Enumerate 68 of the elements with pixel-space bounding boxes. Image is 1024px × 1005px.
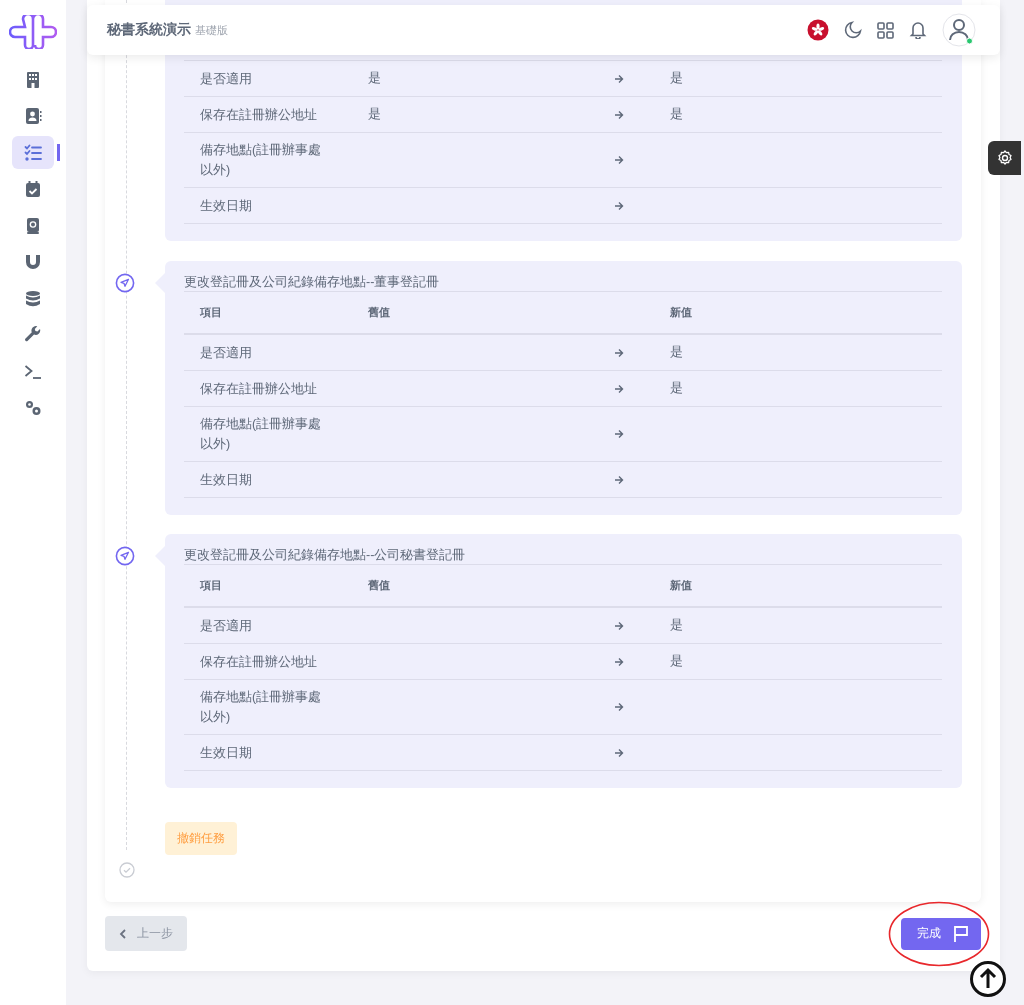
grid-icon[interactable] — [877, 21, 894, 39]
column-header: 新值 — [670, 578, 693, 593]
table-cell: 是 — [670, 618, 683, 632]
table-cell: 是 — [670, 654, 683, 668]
calendar-icon — [24, 180, 42, 198]
column-header: 項目 — [200, 578, 223, 593]
table-cell: 是 — [670, 107, 683, 121]
send-icon — [115, 546, 135, 566]
settings-button[interactable] — [988, 141, 1021, 175]
logo-icon — [9, 15, 57, 49]
arrow-icon — [614, 383, 624, 394]
arrow-icon — [614, 474, 624, 485]
gears-icon — [24, 399, 42, 417]
finish-button[interactable]: 完成 — [901, 917, 981, 950]
check-circle-icon — [119, 862, 135, 878]
edition-label: 基礎版 — [195, 23, 228, 38]
table-cell: 是 — [670, 71, 683, 85]
contact-icon — [24, 107, 42, 125]
arrow-icon — [614, 620, 624, 631]
table-cell-text: 保存在註冊辦公地址 — [200, 106, 318, 124]
arrow-icon — [614, 109, 624, 120]
table-cell-text: 生效日期 — [200, 744, 253, 762]
column-header: 舊值 — [368, 305, 391, 320]
magnet-icon — [24, 253, 42, 271]
arrow-icon — [614, 155, 624, 165]
arrow-icon — [614, 347, 624, 358]
column-header: 新值 — [670, 305, 693, 320]
arrow-icon — [614, 656, 624, 667]
arrow-icon — [614, 429, 624, 439]
table-cell-text: 備存地點(註冊辦事處以外) — [200, 416, 323, 453]
flag-icon — [953, 924, 969, 943]
arrow-icon — [614, 747, 624, 758]
previous-button[interactable]: 上一步 — [105, 916, 187, 951]
settings-icon — [996, 150, 1013, 166]
column-header: 項目 — [200, 305, 223, 320]
avatar-icon[interactable] — [942, 13, 976, 47]
tasks-icon — [24, 143, 42, 162]
column-header: 舊值 — [368, 578, 391, 593]
app-title: 秘書系統演示 — [107, 21, 191, 39]
table-cell-text: 是否適用 — [200, 70, 253, 88]
table-cell-text: 保存在註冊辦公地址 — [200, 380, 318, 398]
arrow-icon — [614, 73, 624, 84]
section-title: 更改登記冊及公司紀錄備存地點--公司秘書登記冊 — [184, 547, 942, 565]
arrow-icon — [614, 200, 624, 211]
cancel-task-button[interactable]: 撤銷任務 — [165, 822, 237, 855]
book-icon — [24, 216, 42, 235]
moon-icon[interactable] — [844, 21, 862, 39]
chevron-left-icon — [119, 928, 127, 939]
table-cell-text: 生效日期 — [200, 471, 253, 489]
table-cell-text: 保存在註冊辦公地址 — [200, 653, 318, 671]
arrow-icon — [614, 702, 624, 712]
table-cell: 是 — [368, 107, 381, 121]
scroll-up-icon[interactable] — [970, 961, 1006, 997]
table-cell-text: 備存地點(註冊辦事處以外) — [200, 142, 323, 179]
table-cell: 是 — [670, 381, 683, 395]
section-title: 更改登記冊及公司紀錄備存地點--董事登記冊 — [184, 274, 942, 292]
table-cell: 是 — [368, 71, 381, 85]
table-cell-text: 是否適用 — [200, 344, 253, 362]
table-cell-text: 是否適用 — [200, 617, 253, 635]
send-icon — [115, 273, 135, 293]
wrench-icon — [24, 326, 42, 344]
building-icon — [24, 70, 42, 89]
notification-bell-icon[interactable] — [909, 21, 927, 39]
database-icon — [24, 289, 42, 308]
table-cell-text: 備存地點(註冊辦事處以外) — [200, 689, 323, 726]
table-cell: 是 — [670, 345, 683, 359]
table-cell-text: 生效日期 — [200, 197, 253, 215]
flag-language-icon[interactable] — [807, 19, 829, 41]
